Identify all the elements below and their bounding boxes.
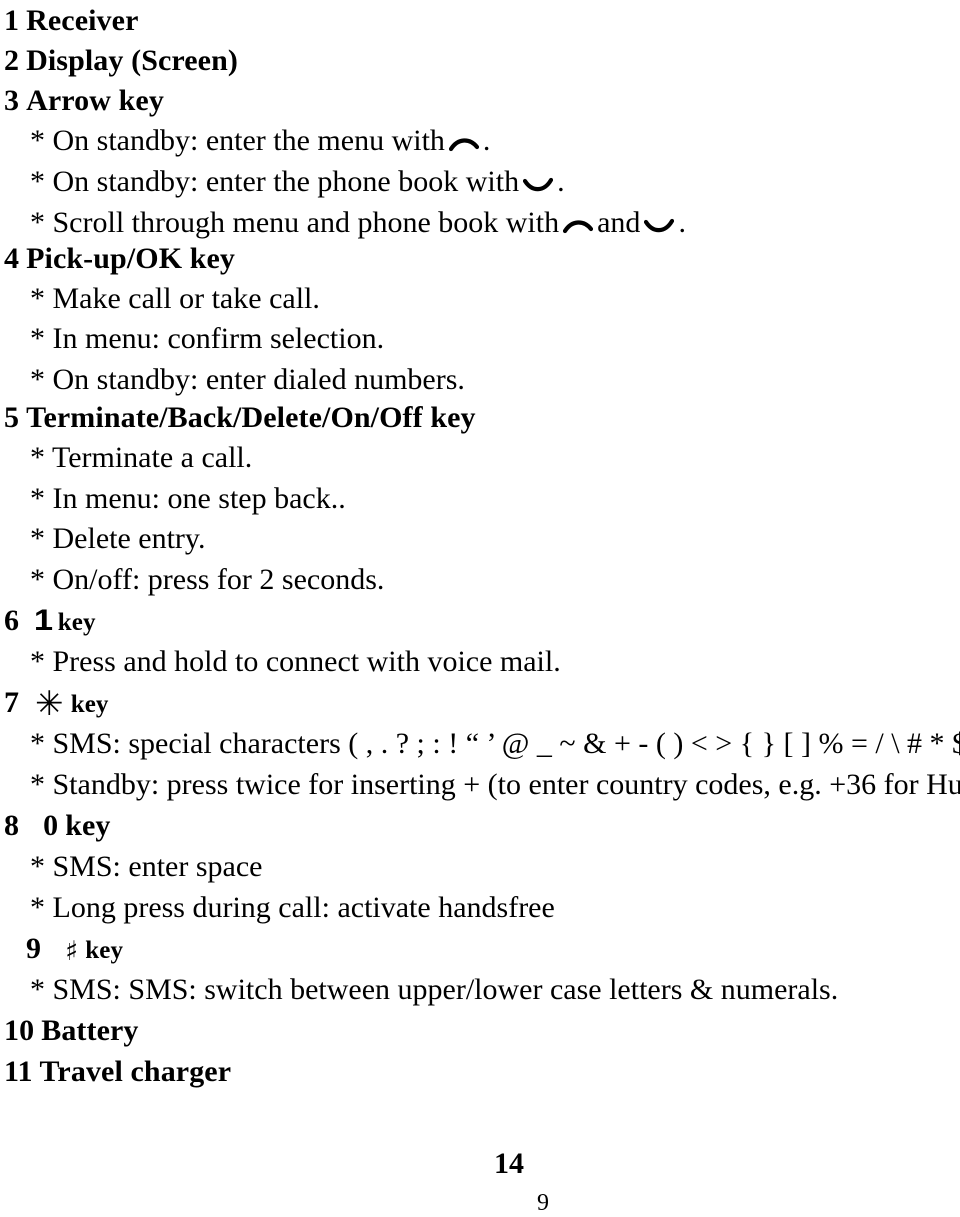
manual-page: 1 Receiver 2 Display (Screen) 3 Arrow key *… [0,0,960,1217]
section-title-2: Display (Screen) [26,44,238,77]
bullet-7-2: * Standby: press twice for inserting + (… [0,764,960,805]
bullet-5-2: * In menu: one step back.. [0,478,960,519]
section-heading-5: 5 Terminate/Back/Delete/On/Off key [0,397,960,438]
bullet-5-1: * Terminate a call. [0,437,960,478]
bullet-3-1: * On standby: enter the menu with. [0,120,960,161]
bullet-6-1-text: * Press and hold to connect with voice m… [30,645,561,678]
bullet-5-3-text: * Delete entry. [30,522,206,555]
section-number-5: 5 [4,401,20,434]
bullet-3-2-post: . [557,165,565,198]
arrow-up-arc-icon [448,134,479,154]
bullet-4-2: * In menu: confirm selection. [0,318,960,359]
section-title-4: Pick-up/OK key [26,242,236,275]
section-title-7: key [70,691,109,718]
bullet-8-1: * SMS: enter space [0,846,960,887]
bullet-5-1-text: * Terminate a call. [30,441,253,474]
section-heading-8: 8 0 key [0,805,960,846]
section-heading-10: 10 Battery [0,1010,960,1051]
section-title-3: Arrow key [26,84,164,117]
sub-page-number: 9 [537,1190,549,1216]
section-number-6: 6 [4,604,20,637]
bullet-6-1: * Press and hold to connect with voice m… [0,641,960,682]
section-title-1: Receiver [26,4,139,37]
bullet-3-3-text: * Scroll through menu and phone book wit… [30,206,560,239]
arrow-up-arc-icon [563,216,594,236]
bullet-8-2-text: * Long press during call: activate hands… [30,891,555,924]
bullet-3-2: * On standby: enter the phone book with. [0,161,960,202]
bullet-7-2-text: * Standby: press twice for inserting + (… [30,768,960,801]
bullet-3-3: * Scroll through menu and phone book wit… [0,202,960,243]
bullet-4-1: * Make call or take call. [0,278,960,319]
section-heading-4: 4 Pick-up/OK key [0,238,960,279]
page-number: 14 [494,1147,524,1180]
section-heading-11: 11 Travel charger [0,1051,960,1092]
section-number-3: 3 [4,84,20,117]
bullet-9-1: * SMS: SMS: switch between upper/lower c… [0,969,960,1010]
section-heading-7: 7 ✳ key [0,682,960,723]
section-heading-2: 2 Display (Screen) [0,40,960,81]
bullet-4-3-text: * On standby: enter dialed numbers. [30,363,465,396]
section-heading-6: 6 1 key [0,600,960,641]
bullet-8-1-text: * SMS: enter space [30,850,263,883]
bullet-7-1-text: * SMS: special characters ( , . ? ; : ! … [30,727,960,760]
bullet-3-3-post: . [678,206,686,239]
section-number-4: 4 [4,242,20,275]
section-heading-1: 1 Receiver [0,0,960,41]
section-number-7: 7 [4,686,20,719]
section-number-9: 9 [26,932,42,965]
key-0-icon: 0 [43,809,59,842]
section-title-10: Battery [41,1014,139,1047]
bullet-5-3: * Delete entry. [0,518,960,559]
bullet-4-3: * On standby: enter dialed numbers. [0,359,960,400]
key-1-icon: 1 [33,604,53,637]
bullet-3-2-text: * On standby: enter the phone book with [30,165,520,198]
bullet-7-1: * SMS: special characters ( , . ? ; : ! … [0,723,960,764]
section-title-11: Travel charger [39,1055,232,1088]
section-title-6: key [57,609,96,636]
bullet-3-1-text: * On standby: enter the menu with [30,124,445,157]
section-title-9: key [85,937,124,964]
bullet-5-2-text: * In menu: one step back.. [30,482,346,515]
bullet-9-1-text: * SMS: SMS: switch between upper/lower c… [30,973,839,1006]
section-number-2: 2 [4,44,20,77]
key-hash-icon: ♯ [65,936,79,967]
bullet-5-4: * On/off: press for 2 seconds. [0,559,960,600]
bullet-4-1-text: * Make call or take call. [30,282,320,315]
bullet-8-2: * Long press during call: activate hands… [0,887,960,928]
bullet-5-4-text: * On/off: press for 2 seconds. [30,563,385,596]
section-number-8: 8 [4,809,20,842]
section-heading-3: 3 Arrow key [0,80,960,121]
section-heading-9: 9 ♯ key [0,928,960,969]
bullet-3-3-mid: and [597,206,641,239]
section-title-8: key [65,809,111,842]
section-number-1: 1 [4,4,20,37]
bullet-4-2-text: * In menu: confirm selection. [30,322,385,355]
arrow-down-arc-icon [644,216,675,236]
bullet-3-1-post: . [482,124,491,157]
section-title-5: Terminate/Back/Delete/On/Off key [26,401,476,434]
section-number-11: 11 [4,1055,33,1088]
key-asterisk-icon: ✳ [35,684,64,724]
section-number-10: 10 [4,1014,35,1047]
arrow-down-arc-icon [523,175,554,195]
